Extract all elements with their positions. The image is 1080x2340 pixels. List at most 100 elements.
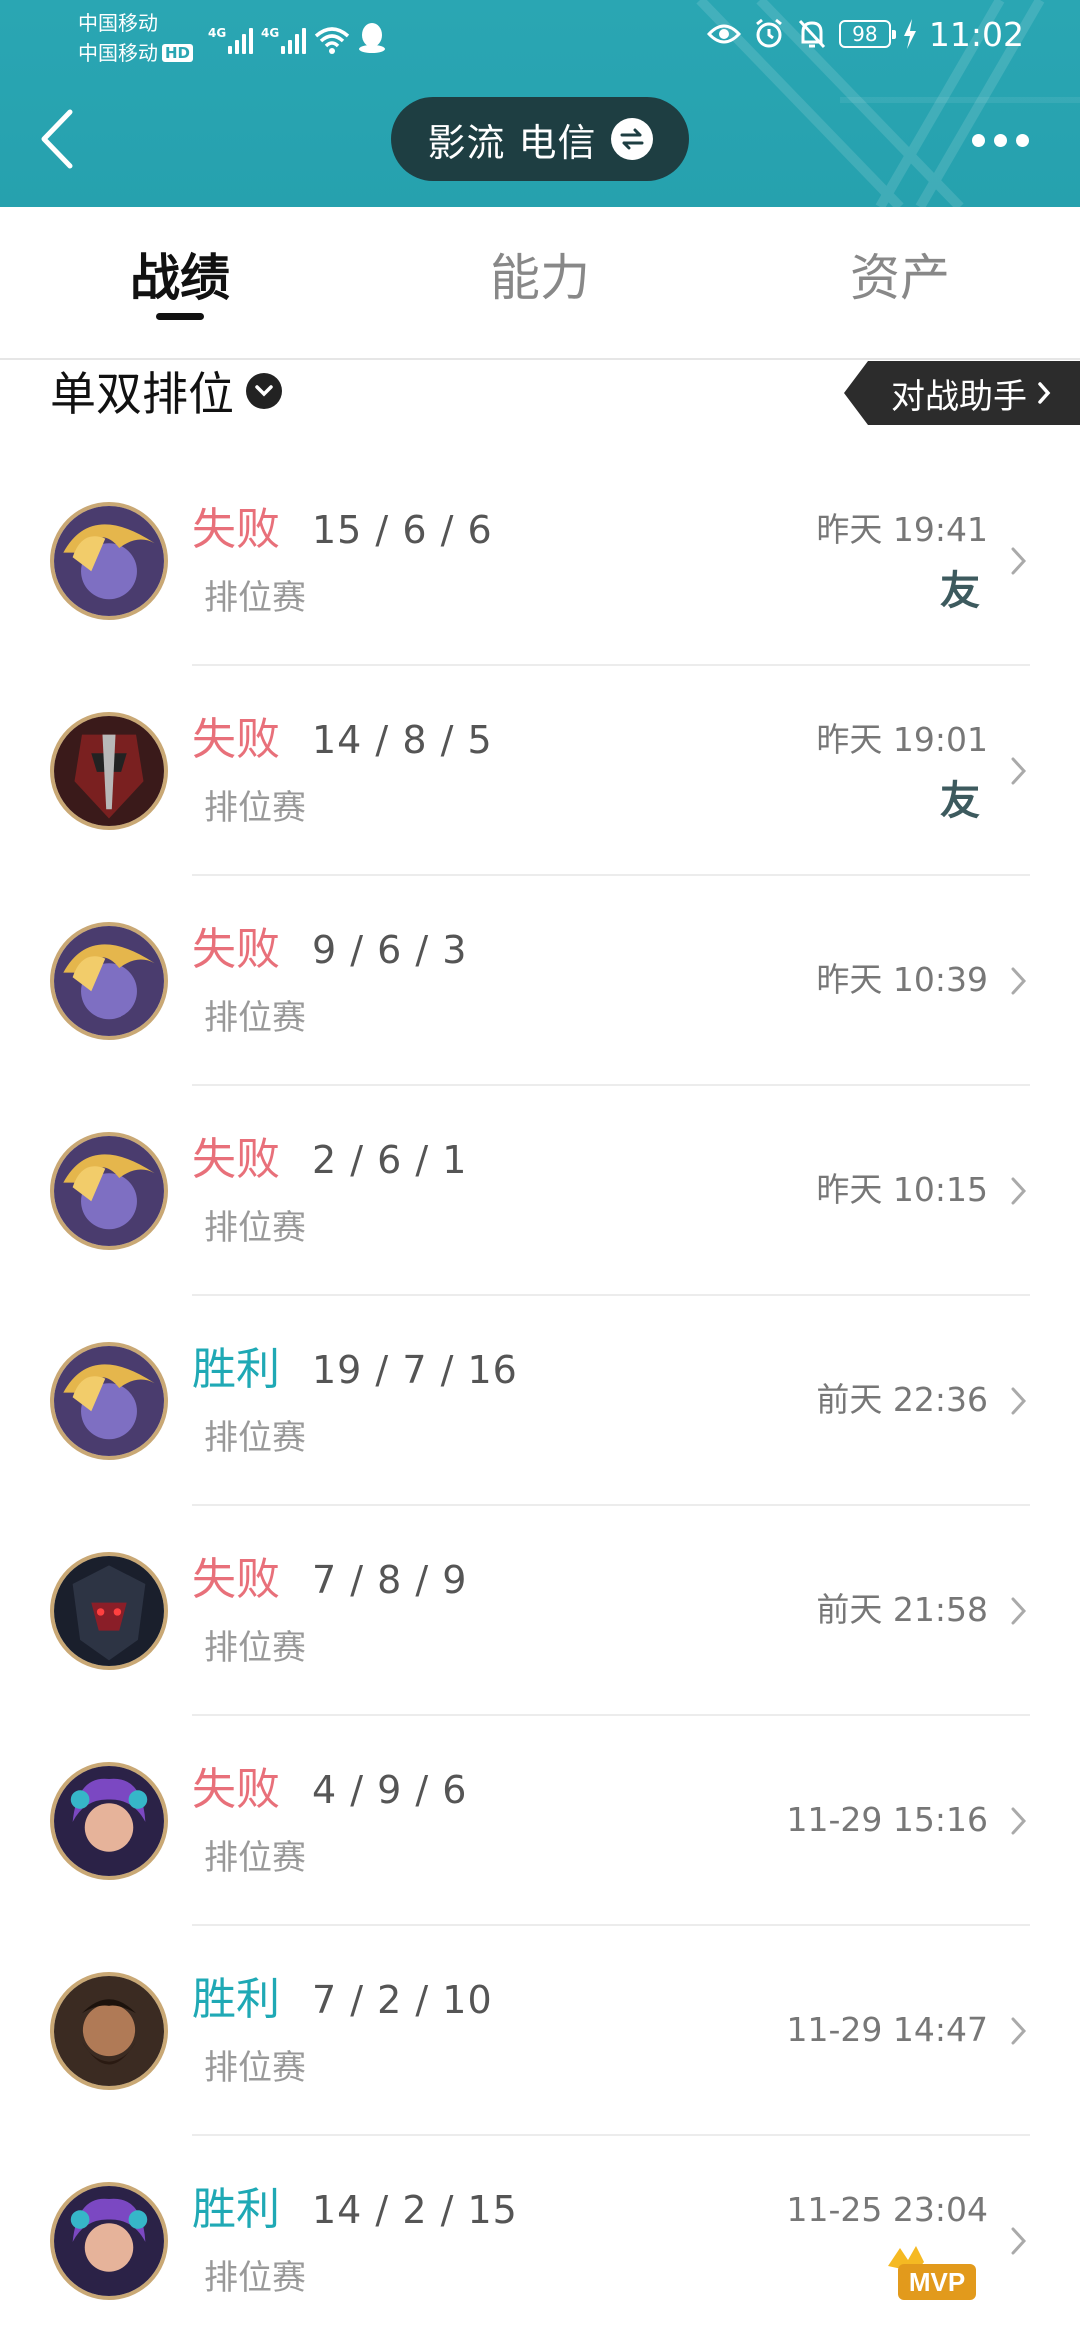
app-header: 中国移动 中国移动 HD 4G 4G 98 11:02 影流 电信 [0,0,1080,207]
match-result: 胜利 [192,2184,280,2235]
match-mode: 排位赛 [204,578,306,618]
signal-icon: 4G [261,26,306,54]
match-time: 11-29 15:16 [786,1800,988,1839]
hero-blond-icon [50,502,168,620]
match-row[interactable]: 失败 7 / 8 / 9 排位赛 前天 21:58 [0,1506,1080,1716]
match-mode: 排位赛 [204,1838,306,1878]
more-dot-icon [993,133,1007,147]
status-bar: 中国移动 中国移动 HD 4G 4G 98 11:02 [0,0,1080,70]
battle-assistant-button[interactable]: 对战助手 [844,361,1080,425]
match-list: 失败 15 / 6 / 6 排位赛 昨天 19:41 友 失败 14 / 8 /… [0,456,1080,2340]
match-mode: 排位赛 [204,788,306,828]
match-mode: 排位赛 [204,2258,306,2298]
match-row[interactable]: 失败 9 / 6 / 3 排位赛 昨天 10:39 [0,876,1080,1086]
match-mode: 排位赛 [204,1628,306,1668]
match-mode: 排位赛 [204,1208,306,1248]
chevron-right-icon [1011,1807,1027,1835]
match-kda: 7 / 8 / 9 [312,1558,468,1602]
hero-dark-icon [50,1552,168,1670]
account-name: 影流 电信 [427,120,597,165]
match-row[interactable]: 失败 15 / 6 / 6 排位赛 昨天 19:41 友 [0,456,1080,666]
match-kda: 15 / 6 / 6 [312,508,493,552]
hero-blond-icon [50,1132,168,1250]
match-time: 昨天 10:39 [816,960,988,999]
match-time: 11-25 23:04 [786,2190,988,2229]
match-row[interactable]: 胜利 7 / 2 / 10 排位赛 11-29 14:47 [0,1926,1080,2136]
match-time: 前天 21:58 [816,1590,988,1629]
chevron-down-icon [246,373,282,409]
hero-bearded-icon [50,1972,168,2090]
match-time: 昨天 19:41 [816,510,988,549]
mvp-badge-icon: MVP [888,2246,976,2300]
match-time: 11-29 14:47 [786,2010,988,2049]
tab-ability[interactable]: 能力 [360,207,720,358]
hero-blond-icon [50,1342,168,1460]
alarm-icon [755,18,782,48]
eye-icon [706,24,741,44]
chevron-right-icon [1011,967,1027,995]
back-button[interactable] [30,104,90,174]
tab-assets[interactable]: 资产 [720,207,1080,358]
chevron-right-icon [1011,2227,1027,2255]
charging-icon [903,19,916,49]
carrier-name-1: 中国移动 [78,11,158,35]
match-result: 失败 [192,1134,280,1185]
battery-indicator: 98 [838,20,896,48]
more-dot-icon [1015,133,1029,147]
tab-bar: 战绩 能力 资产 [0,207,1080,360]
tab-record[interactable]: 战绩 [0,207,360,358]
match-kda: 9 / 6 / 3 [312,928,468,972]
carrier-info: 中国移动 中国移动 HD [78,8,194,68]
friend-badge: 友 [940,568,980,614]
signal-icon: 4G [208,26,253,54]
chevron-right-icon [1038,382,1051,404]
match-kda: 19 / 7 / 16 [312,1348,518,1392]
match-kda: 7 / 2 / 10 [312,1978,493,2022]
chevron-right-icon [1011,2017,1027,2045]
battle-assistant-label: 对战助手 [891,376,1027,417]
match-row[interactable]: 失败 2 / 6 / 1 排位赛 昨天 10:15 [0,1086,1080,1296]
queue-filter-dropdown[interactable]: 单双排位 [50,363,282,421]
match-mode: 排位赛 [204,2048,306,2088]
hero-purple-hair-icon [50,1762,168,1880]
chevron-right-icon [1011,1177,1027,1205]
match-kda: 14 / 2 / 15 [312,2188,518,2232]
status-icons-left: 4G 4G [208,14,386,54]
more-options-button[interactable] [960,122,1040,158]
match-kda: 4 / 9 / 6 [312,1768,468,1812]
hero-blond-icon [50,922,168,1040]
mute-bell-icon [798,19,825,49]
active-tab-indicator [156,313,204,320]
match-result: 失败 [192,1554,280,1605]
match-row[interactable]: 胜利 14 / 2 / 15 排位赛 11-25 23:04 MVP [0,2136,1080,2340]
match-row[interactable]: 失败 14 / 8 / 5 排位赛 昨天 19:01 友 [0,666,1080,876]
chevron-right-icon [1011,757,1027,785]
match-kda: 14 / 8 / 5 [312,718,493,762]
match-result: 失败 [192,714,280,765]
hd-badge: HD [162,44,194,62]
match-time: 昨天 10:15 [816,1170,988,1209]
match-kda: 2 / 6 / 1 [312,1138,468,1182]
status-clock: 11:02 [928,14,1024,54]
hero-purple-hair-icon [50,2182,168,2300]
match-row[interactable]: 胜利 19 / 7 / 16 排位赛 前天 22:36 [0,1296,1080,1506]
back-arrow-icon [41,109,73,169]
carrier-name-2: 中国移动 [78,41,158,65]
swap-icon [610,118,653,160]
wifi-icon [314,27,350,54]
more-dot-icon [971,133,985,147]
chevron-right-icon [1011,547,1027,575]
match-result: 胜利 [192,1344,280,1395]
match-result: 失败 [192,924,280,975]
chevron-right-icon [1011,1597,1027,1625]
match-time: 前天 22:36 [816,1380,988,1419]
match-row[interactable]: 失败 4 / 9 / 6 排位赛 11-29 15:16 [0,1716,1080,1926]
account-switcher[interactable]: 影流 电信 [391,97,689,181]
mvp-badge-label: MVP [909,2267,965,2297]
match-result: 胜利 [192,1974,280,2025]
match-result: 失败 [192,1764,280,1815]
nav-bar: 影流 电信 [0,70,1080,207]
hero-masked-icon [50,712,168,830]
queue-filter-label: 单双排位 [50,367,234,421]
chevron-right-icon [1011,1387,1027,1415]
